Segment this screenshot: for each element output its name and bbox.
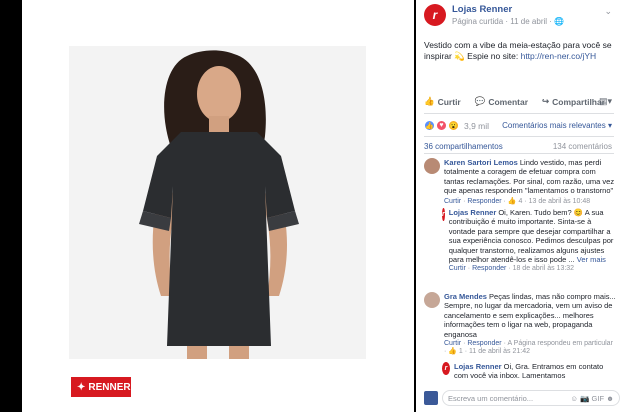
model-dress-image [69,46,366,359]
share-menu-icon[interactable]: ▤▾ [599,96,612,107]
reactions-count: 3,9 mil [464,120,490,131]
see-more-link[interactable]: Ver mais [577,255,606,264]
globe-icon: 🌐 [554,17,565,26]
share-button[interactable]: ↪ Compartilhar [542,96,605,107]
comment-reply-link[interactable]: Responder [472,265,506,272]
product-photo [69,46,366,359]
post-date[interactable]: 11 de abril [510,17,547,26]
page-avatar[interactable]: r [442,362,451,375]
like-reaction-icon: 👍 [424,120,435,131]
post-meta: Página curtida · 11 de abril · 🌐 [452,17,565,26]
like-button[interactable]: 👍 Curtir [424,96,461,107]
comment-button[interactable]: 💬 Comentar [475,96,528,107]
comment-meta: 18 de abril às 13:32 [512,265,575,273]
comment-composer: Escreva um comentário... ☺ 📷 GIF ☻ [424,390,620,406]
shares-link[interactable]: 36 compartilhamentos [424,142,503,151]
comment-like-link[interactable]: Curtir [444,340,461,347]
renner-r-icon: ✦ [77,381,86,393]
comment-icon: 💬 [474,96,486,106]
comment-item: Gra Mendes Peças lindas, mas não compro … [424,292,616,355]
brand-badge-text: RENNER [88,381,131,393]
like-label: Curtir [437,96,461,107]
love-reaction-icon: ♥ [436,120,447,131]
comment-meta: 👍 4 · 13 de abril às 10:48 [507,197,591,205]
comment-count[interactable]: 134 comentários [553,142,612,151]
avatar[interactable] [424,158,440,174]
liked-page-label: Página curtida [452,17,504,26]
post-sidebar: r Lojas Renner Página curtida · 11 de ab… [416,0,620,412]
comment-sort-dropdown[interactable]: Comentários mais relevantes ▾ [502,121,612,130]
comment-author[interactable]: Lojas Renner [449,208,497,217]
post-header: r Lojas Renner Página curtida · 11 de ab… [424,4,564,26]
comment-reply-link[interactable]: Responder [467,340,501,347]
page-avatar[interactable]: r [442,208,445,221]
comment-author[interactable]: Gra Mendes [444,292,487,301]
comment-input[interactable]: Escreva um comentário... ☺ 📷 GIF ☻ [442,390,620,406]
reply-item: r Lojas Renner Oi, Karen. Tudo bem? 😊 A … [442,208,614,273]
comment-author[interactable]: Lojas Renner [454,362,502,371]
emoji-icons[interactable]: ☺ 📷 GIF ☻ [570,394,614,403]
post-actions: 👍 Curtir 💬 Comentar ↪ Compartilhar [424,96,614,107]
comment-placeholder: Escreva um comentário... [448,393,534,403]
post-link[interactable]: http://ren-ner.co/jYH [521,51,597,61]
divider [424,153,614,154]
post-text: Vestido com a vibe da meia-estação para … [424,40,614,62]
reactions-summary[interactable]: 👍 ♥ 😮 3,9 mil [424,120,489,131]
page-name-link[interactable]: Lojas Renner [452,4,564,15]
comment-label: Comentar [488,96,529,107]
divider [424,136,614,137]
page-avatar[interactable]: r [424,4,446,26]
avatar[interactable] [424,292,440,308]
comment-author[interactable]: Karen Sartori Lemos [444,158,518,167]
share-label: Compartilhar [552,96,606,107]
reply-item: r Lojas Renner Oi, Gra. Entramos em cont… [442,362,616,381]
comment-like-link[interactable]: Curtir [444,198,461,205]
comment-reply-link[interactable]: Responder [467,198,501,205]
wow-reaction-icon: 😮 [448,120,459,131]
photo-pane[interactable]: ✦ RENNER [22,0,414,412]
user-avatar [424,391,438,405]
post-options-chevron-icon[interactable]: ⌄ [604,6,612,17]
renner-logo-badge: ✦ RENNER [71,377,131,397]
comment-item: Karen Sartori Lemos Lindo vestido, mas p… [424,158,616,205]
thumbs-up-icon: 👍 [424,96,435,106]
divider [424,113,614,114]
comment-like-link[interactable]: Curtir [449,265,466,272]
share-icon: ↪ [542,96,550,106]
